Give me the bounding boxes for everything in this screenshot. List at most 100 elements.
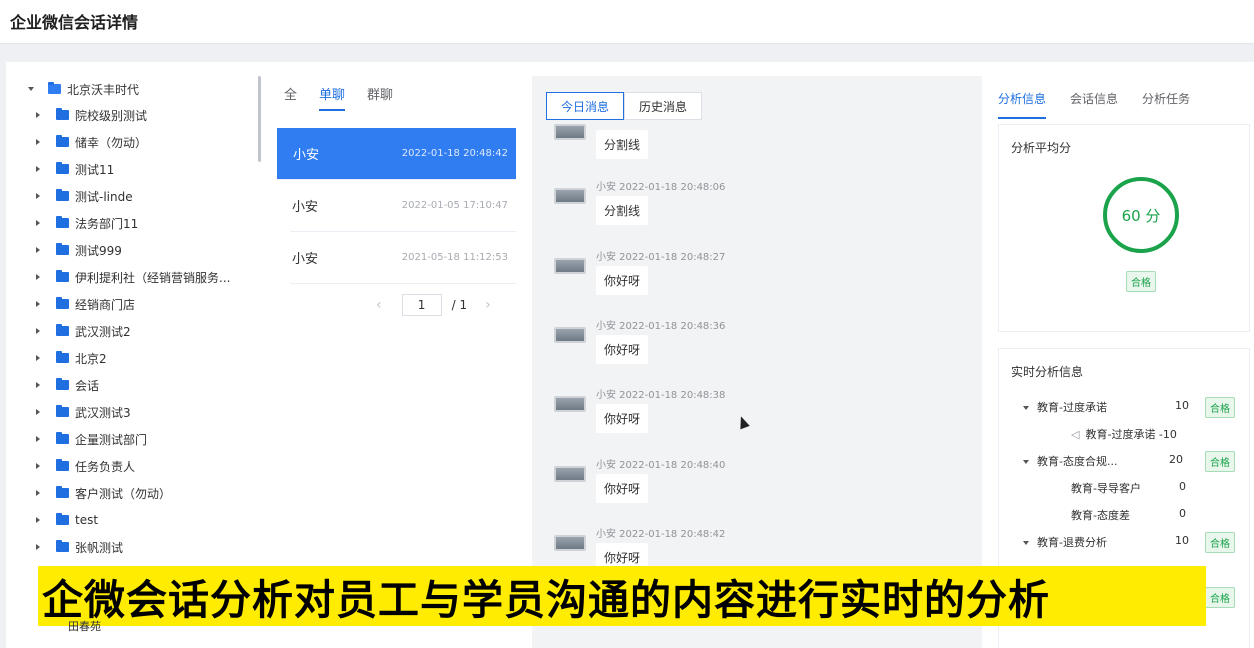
avatar[interactable] (554, 258, 586, 274)
score-status-badge: 合格 (1126, 271, 1156, 292)
session-item[interactable]: 小安 2022-01-05 17:10:47 (290, 180, 516, 232)
tree-item[interactable]: 武汉测试2 (36, 322, 131, 340)
tree-item[interactable]: 北京2 (36, 349, 107, 367)
folder-icon (56, 243, 69, 255)
tree-scrollbar[interactable] (258, 76, 261, 162)
tree-item-label: 张帆测试 (75, 540, 124, 555)
folder-icon (56, 297, 69, 309)
tree-item-label: 客户测试（勿动） (75, 486, 172, 501)
page-title: 企业微信会话详情 (10, 13, 139, 32)
tree-item[interactable]: 企量测试部门 (36, 430, 147, 448)
chevron-down-icon[interactable] (1023, 541, 1029, 545)
chevron-down-icon[interactable] (28, 87, 34, 91)
tree-item[interactable]: 张帆测试 (36, 538, 123, 556)
chevron-right-icon[interactable] (36, 274, 40, 280)
tree-root[interactable]: 北京沃丰时代 (28, 80, 139, 98)
session-list-panel: 全 单聊 群聊 小安 2022-01-18 20:48:42 小安 2022-0… (276, 62, 530, 648)
avatar[interactable] (554, 327, 586, 343)
chevron-right-icon[interactable] (36, 220, 40, 226)
tree-item[interactable]: 法务部门11 (36, 214, 138, 232)
tree-item[interactable]: 客户测试（勿动） (36, 484, 171, 502)
chevron-right-icon[interactable] (36, 247, 40, 253)
tree-item-label: 伊利提利社（经销营销服务... (75, 270, 231, 285)
chevron-right-icon[interactable] (36, 139, 40, 145)
chevron-down-icon[interactable] (1023, 406, 1029, 410)
folder-icon (56, 108, 69, 120)
tab-session-info[interactable]: 会话信息 (1070, 90, 1118, 119)
flag-icon: ◁ (1071, 428, 1080, 441)
chevron-right-icon[interactable] (36, 409, 40, 415)
folder-icon (48, 82, 61, 94)
tree-item[interactable]: 经销商门店 (36, 295, 135, 313)
chevron-right-icon[interactable] (36, 436, 40, 442)
chevron-right-icon[interactable] (36, 544, 40, 550)
analysis-row[interactable]: 教育-过度承诺 (1023, 399, 1107, 415)
status-badge: 合格 (1205, 532, 1235, 553)
status-badge: 合格 (1205, 587, 1235, 608)
analysis-row[interactable]: 教育-退费分析 (1023, 534, 1107, 550)
tree-item-label: 法务部门11 (75, 216, 139, 231)
chevron-right-icon[interactable] (36, 463, 40, 469)
row-score: 10 (1175, 399, 1189, 412)
avatar[interactable] (554, 466, 586, 482)
tree-item[interactable]: 武汉测试3 (36, 403, 131, 421)
tree-item[interactable]: 任务负责人 (36, 457, 135, 475)
folder-icon (56, 162, 69, 174)
tree-item[interactable]: test (36, 511, 98, 529)
analysis-row[interactable]: 教育-态度合规... (1023, 453, 1117, 469)
tab-single[interactable]: 单聊 (319, 84, 346, 111)
tab-group[interactable]: 群聊 (367, 84, 393, 111)
message-bubble: 你好呀 (596, 266, 649, 295)
score-ring: 60 分 (1103, 177, 1179, 253)
session-item[interactable]: 小安 2021-05-18 11:12:53 (290, 232, 516, 284)
session-name: 小安 (293, 148, 320, 163)
chevron-right-icon[interactable] (36, 490, 40, 496)
tree-item[interactable]: 测试999 (36, 241, 122, 259)
tree-item-label: 测试999 (75, 243, 122, 258)
tab-all[interactable]: 全 (284, 84, 297, 111)
message-bubble: 分割线 (596, 196, 649, 225)
analysis-row: 教育-导导客户 (1071, 482, 1141, 495)
chevron-right-icon[interactable]: › (485, 297, 491, 313)
folder-icon (56, 540, 69, 552)
chat-tabs: 今日消息 历史消息 (546, 92, 703, 120)
avatar[interactable] (554, 124, 586, 140)
avatar[interactable] (554, 535, 586, 551)
avatar[interactable] (554, 188, 586, 204)
pagination: ‹ 1 / 1 › (376, 294, 491, 316)
tree-item[interactable]: 储幸（勿动） (36, 133, 147, 151)
chevron-right-icon[interactable] (36, 166, 40, 172)
chevron-right-icon[interactable] (36, 328, 40, 334)
analysis-row: 教育-态度差 (1071, 509, 1130, 522)
chevron-left-icon[interactable]: ‹ (376, 297, 382, 313)
tab-analysis-info[interactable]: 分析信息 (998, 90, 1047, 119)
folder-icon (56, 270, 69, 282)
chevron-down-icon[interactable] (1023, 460, 1029, 464)
tree-item[interactable]: 伊利提利社（经销营销服务... (36, 268, 230, 286)
tree-item-label: 院校级别测试 (75, 108, 148, 123)
session-name: 小安 (292, 200, 319, 215)
tree-item[interactable]: 会话 (36, 376, 99, 394)
tree-item-label: 测试11 (75, 162, 115, 177)
chevron-right-icon[interactable] (36, 355, 40, 361)
tab-analysis-tasks[interactable]: 分析任务 (1142, 90, 1190, 119)
tree-item-label: 任务负责人 (75, 459, 136, 474)
chevron-right-icon[interactable] (36, 301, 40, 307)
chevron-right-icon[interactable] (36, 112, 40, 118)
avatar[interactable] (554, 396, 586, 412)
top-bar: 企业微信会话详情 (0, 0, 1254, 44)
page-input[interactable]: 1 (401, 294, 442, 316)
tab-history-messages[interactable]: 历史消息 (624, 92, 703, 120)
message-meta: 小安 2022-01-18 20:48:38 (596, 390, 726, 401)
chevron-right-icon[interactable] (36, 193, 40, 199)
message-meta: 小安 2022-01-18 20:48:40 (596, 460, 726, 471)
caption-text: 企微会话分析对员工与学员沟通的内容进行实时的分析 (42, 576, 1050, 624)
tree-item[interactable]: 测试11 (36, 160, 114, 178)
tree-item[interactable]: 院校级别测试 (36, 106, 147, 124)
tab-today-messages[interactable]: 今日消息 (546, 92, 625, 120)
chevron-right-icon[interactable] (36, 382, 40, 388)
tree-item[interactable]: 测试-linde (36, 187, 133, 205)
chevron-right-icon[interactable] (36, 517, 40, 523)
analysis-tabs: 分析信息 会话信息 分析任务 (998, 90, 1214, 119)
session-item[interactable]: 小安 2022-01-18 20:48:42 (277, 128, 516, 180)
